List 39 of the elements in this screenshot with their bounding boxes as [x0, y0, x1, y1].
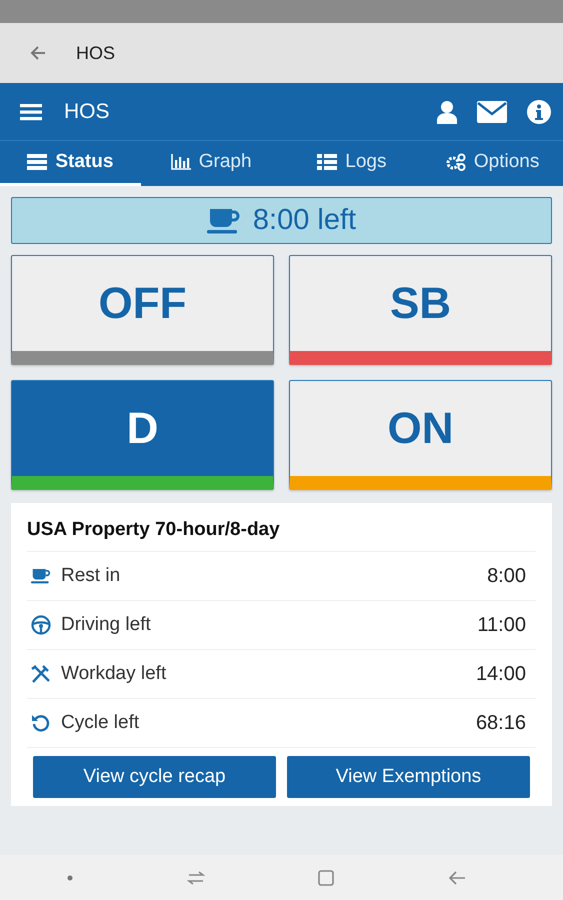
- menu-icon[interactable]: [20, 102, 42, 120]
- time-left-text: 8:00 left: [252, 204, 356, 237]
- row-value: 14:00: [476, 662, 526, 686]
- row-label: Workday left: [61, 663, 168, 685]
- card-button[interactable]: View Exemptions: [287, 756, 530, 798]
- gears-icon: [446, 153, 466, 171]
- tab[interactable]: Status: [0, 141, 141, 186]
- info-icon[interactable]: [527, 100, 551, 124]
- card-button[interactable]: View cycle recap: [33, 756, 276, 798]
- dot-icon[interactable]: [66, 874, 73, 880]
- bar-chart-icon: [170, 154, 191, 170]
- mail-icon[interactable]: [477, 100, 507, 122]
- duty-status-button[interactable]: ON: [289, 380, 552, 490]
- app-title: HOS: [76, 42, 116, 64]
- tab[interactable]: Graph: [140, 141, 282, 186]
- duty-status-button[interactable]: OFF: [11, 255, 274, 365]
- tab[interactable]: Options: [422, 141, 563, 186]
- tab[interactable]: Logs: [282, 141, 422, 186]
- coffee-cup-icon: [206, 208, 241, 234]
- row-value: 68:16: [476, 712, 526, 734]
- home-icon[interactable]: [318, 870, 334, 886]
- person-icon[interactable]: [437, 100, 457, 124]
- hammer-wrench-icon: [31, 664, 51, 684]
- back-icon[interactable]: [448, 870, 466, 886]
- row-label: Cycle left: [61, 712, 140, 734]
- row-label: Rest in: [61, 565, 122, 587]
- list-icon: [27, 154, 48, 170]
- duty-status-button[interactable]: SB: [289, 255, 552, 365]
- header-title: HOS: [64, 100, 110, 124]
- list-icon: [317, 154, 338, 170]
- row-value: 11:00: [477, 614, 526, 636]
- row-value: 8:00: [487, 564, 526, 588]
- recent-apps-icon[interactable]: [186, 870, 205, 886]
- steering-wheel-icon: [31, 615, 51, 635]
- rule-title: USA Property 70-hour/8-day: [27, 511, 536, 552]
- refresh-icon: [31, 713, 51, 733]
- coffee-cup-icon: [31, 568, 51, 584]
- duty-status-button[interactable]: D: [11, 380, 274, 490]
- row-label: Driving left: [61, 614, 152, 636]
